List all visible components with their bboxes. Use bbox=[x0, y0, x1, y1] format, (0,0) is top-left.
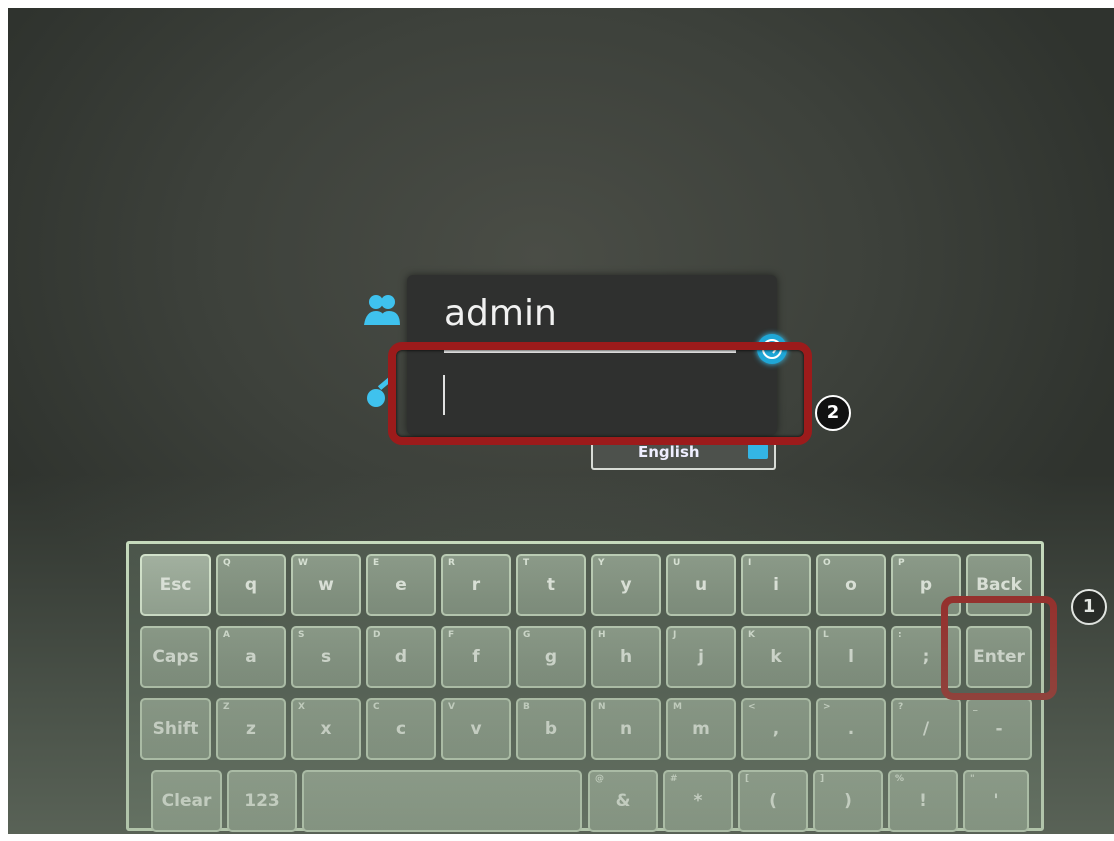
key-apostrophe[interactable]: " ' bbox=[963, 770, 1029, 832]
password-highlight-box bbox=[388, 342, 812, 445]
key-open-paren[interactable]: [( bbox=[738, 770, 808, 832]
on-screen-keyboard: Esc Qq Ww Ee Rr Tt Yy Uu Ii Oo Pp Back C… bbox=[126, 541, 1044, 832]
key-y[interactable]: Yy bbox=[591, 554, 661, 616]
key-ampersand[interactable]: @ & bbox=[588, 770, 658, 832]
key-exclamation[interactable]: %! bbox=[888, 770, 958, 832]
key-close-paren[interactable]: ]) bbox=[813, 770, 883, 832]
key-x[interactable]: Xx bbox=[291, 698, 361, 760]
key-esc[interactable]: Esc bbox=[140, 554, 211, 616]
login-screen: admin English 2 Esc Qq Ww Ee Rr Tt Yy Uu… bbox=[8, 8, 1114, 834]
key-k[interactable]: Kk bbox=[741, 626, 811, 688]
key-c[interactable]: Cc bbox=[366, 698, 436, 760]
key-123[interactable]: 123 bbox=[227, 770, 297, 832]
key-v[interactable]: Vv bbox=[441, 698, 511, 760]
key-u[interactable]: Uu bbox=[666, 554, 736, 616]
key-g[interactable]: Gg bbox=[516, 626, 586, 688]
key-i[interactable]: Ii bbox=[741, 554, 811, 616]
username-text: admin bbox=[444, 293, 557, 334]
key-period[interactable]: >. bbox=[816, 698, 886, 760]
key-b[interactable]: Bb bbox=[516, 698, 586, 760]
annotation-marker-2: 2 bbox=[815, 395, 851, 431]
key-l[interactable]: Ll bbox=[816, 626, 886, 688]
key-s[interactable]: Ss bbox=[291, 626, 361, 688]
annotation-marker-1: 1 bbox=[1071, 589, 1107, 625]
key-m[interactable]: Mm bbox=[666, 698, 736, 760]
language-label: English bbox=[638, 443, 700, 461]
key-o[interactable]: Oo bbox=[816, 554, 886, 616]
key-r[interactable]: Rr bbox=[441, 554, 511, 616]
key-caps[interactable]: Caps bbox=[140, 626, 211, 688]
key-q[interactable]: Qq bbox=[216, 554, 286, 616]
key-a[interactable]: Aa bbox=[216, 626, 286, 688]
key-j[interactable]: Jj bbox=[666, 626, 736, 688]
key-n[interactable]: Nn bbox=[591, 698, 661, 760]
key-comma[interactable]: <, bbox=[741, 698, 811, 760]
keyboard-layout-icon bbox=[748, 444, 768, 459]
key-t[interactable]: Tt bbox=[516, 554, 586, 616]
key-clear[interactable]: Clear bbox=[151, 770, 222, 832]
key-asterisk[interactable]: # * bbox=[663, 770, 733, 832]
key-d[interactable]: Dd bbox=[366, 626, 436, 688]
key-slash[interactable]: ? / bbox=[891, 698, 961, 760]
key-e[interactable]: Ee bbox=[366, 554, 436, 616]
key-f[interactable]: Ff bbox=[441, 626, 511, 688]
enter-highlight-box bbox=[941, 596, 1057, 700]
key-w[interactable]: Ww bbox=[291, 554, 361, 616]
users-icon bbox=[364, 295, 400, 325]
key-shift[interactable]: Shift bbox=[140, 698, 211, 760]
key-h[interactable]: Hh bbox=[591, 626, 661, 688]
key-z[interactable]: Zz bbox=[216, 698, 286, 760]
key-space[interactable] bbox=[302, 770, 582, 832]
key-minus[interactable]: _ - bbox=[966, 698, 1032, 760]
